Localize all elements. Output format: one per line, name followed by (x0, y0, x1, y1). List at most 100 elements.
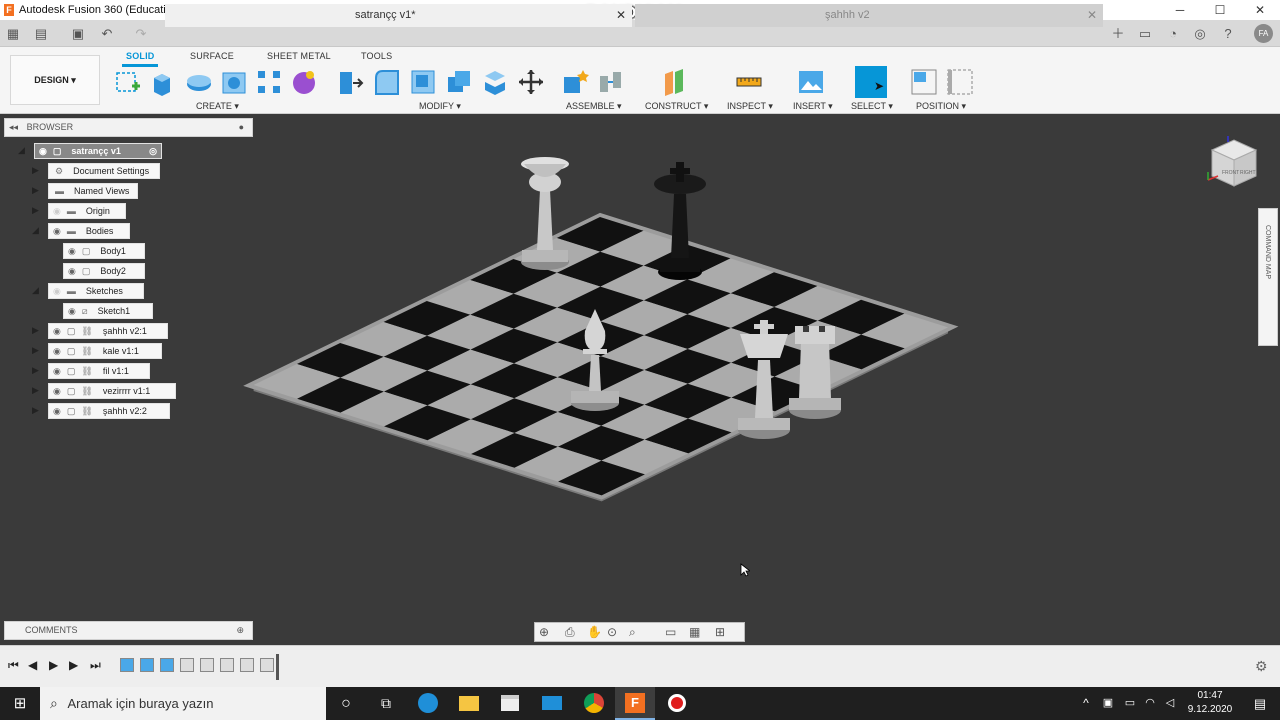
visibility-eye-icon[interactable]: ◉ (53, 366, 61, 376)
tree-expand-icon[interactable]: ▶ (32, 345, 42, 356)
tab-tools[interactable]: TOOLS (361, 51, 392, 61)
construct-menu[interactable]: CONSTRUCT ▾ (645, 101, 708, 112)
create-sketch-icon[interactable] (114, 68, 142, 96)
timeline-feature-icon[interactable] (180, 658, 194, 672)
tree-bodies[interactable]: ◉ ▬ Bodies (48, 223, 130, 239)
windows-start-icon[interactable]: ⊞ (0, 687, 40, 720)
comments-add-icon[interactable]: ⊕ (236, 622, 244, 639)
undo-icon[interactable]: ↶ (98, 25, 116, 43)
white-bishop-piece[interactable] (565, 305, 625, 415)
command-map-tab[interactable]: COMMAND MAP (1258, 208, 1278, 346)
visibility-eye-icon[interactable]: ◉ (68, 306, 76, 316)
store-icon[interactable] (490, 687, 530, 720)
visibility-eye-icon[interactable]: ◉ (53, 206, 61, 216)
maximize-button[interactable]: ☐ (1200, 0, 1240, 20)
visibility-eye-icon[interactable]: ◉ (68, 266, 76, 276)
tree-expand-icon[interactable]: ▶ (32, 205, 42, 216)
tab-surface[interactable]: SURFACE (190, 51, 234, 61)
black-king-piece[interactable] (650, 160, 710, 285)
go-to-end-icon[interactable]: ⏭ (90, 658, 101, 673)
tree-expand-icon[interactable]: ▶ (32, 385, 42, 396)
create-form-icon[interactable] (290, 68, 318, 96)
tree-expand-icon[interactable]: ▶ (32, 165, 42, 176)
tab-solid[interactable]: SOLID (126, 51, 155, 61)
extensions-icon[interactable]: ◎ (1191, 25, 1209, 43)
timeline-settings-icon[interactable]: ⚙ (1255, 658, 1268, 675)
insert-menu[interactable]: INSERT ▾ (793, 101, 833, 112)
viewports-icon[interactable]: ⊞ (715, 625, 725, 639)
visibility-eye-icon[interactable]: ◉ (53, 406, 61, 416)
step-forward-icon[interactable]: ▶ (69, 658, 78, 672)
timeline-marker[interactable] (276, 654, 279, 680)
tree-sketch1[interactable]: ◉ ⧄ Sketch1 (63, 303, 153, 319)
redo-icon[interactable]: ↷ (132, 25, 150, 43)
wifi-icon[interactable]: ◠ (1140, 687, 1160, 720)
pattern-icon[interactable] (255, 68, 283, 96)
comments-panel-header[interactable]: COMMENTS ⊕ (4, 621, 253, 640)
position-menu[interactable]: POSITION ▾ (916, 101, 966, 112)
extrude-icon[interactable] (150, 68, 178, 96)
tree-expand-icon[interactable]: ◢ (18, 145, 28, 156)
help-icon[interactable]: ? (1219, 25, 1237, 43)
taskbar-clock[interactable]: 01:47 9.12.2020 (1180, 689, 1240, 717)
visibility-eye-icon[interactable]: ◉ (53, 286, 61, 296)
task-view-icon[interactable]: ⧉ (366, 687, 406, 720)
timeline-feature-icon[interactable] (200, 658, 214, 672)
select-menu[interactable]: SELECT ▾ (851, 101, 893, 112)
white-rook-piece[interactable] (785, 322, 845, 422)
show-hidden-icons[interactable]: ^ (1076, 687, 1096, 720)
tab-sheet-metal[interactable]: SHEET METAL (267, 51, 331, 61)
modify-menu[interactable]: MODIFY ▾ (419, 101, 461, 112)
insert-canvas-icon[interactable] (797, 68, 825, 96)
tab-sahhh-v2[interactable]: şahhh v2 ✕ (635, 4, 1103, 27)
hole-icon[interactable] (220, 68, 248, 96)
tree-expand-icon[interactable]: ▶ (32, 405, 42, 416)
visibility-eye-icon[interactable]: ◉ (53, 226, 61, 236)
notifications-icon[interactable]: ▭ (1136, 25, 1154, 43)
job-status-icon[interactable]: ◔ (1164, 25, 1182, 43)
activate-radio-icon[interactable]: ◎ (149, 144, 157, 158)
display-settings-icon[interactable]: ▭ (665, 625, 676, 639)
grid-settings-icon[interactable]: ▦ (689, 625, 700, 639)
action-center-icon[interactable]: ▤ (1240, 687, 1280, 720)
tree-body2[interactable]: ◉ ▢ Body2 (63, 263, 145, 279)
fillet-icon[interactable] (373, 68, 401, 96)
align-icon[interactable] (910, 68, 938, 96)
close-window-button[interactable]: ✕ (1240, 0, 1280, 20)
timeline-feature-icon[interactable] (260, 658, 274, 672)
tree-body1[interactable]: ◉ ▢ Body1 (63, 243, 145, 259)
zoom-icon[interactable]: ⊙ (607, 625, 617, 639)
view-cube[interactable]: FRONT RIGHT (1204, 136, 1264, 196)
timeline-feature-icon[interactable] (220, 658, 234, 672)
shell-icon[interactable] (409, 68, 437, 96)
move-copy-icon[interactable] (517, 68, 545, 96)
look-at-icon[interactable]: ⎙ (565, 625, 575, 640)
tree-expand-icon[interactable]: ◢ (32, 285, 42, 296)
new-tab-icon[interactable]: ＋ (1109, 25, 1127, 43)
tree-fil-v1-1[interactable]: ◉ ▢ ⛓ fil v1:1 (48, 363, 150, 379)
white-queen-piece[interactable] (510, 150, 580, 275)
fusion-taskbar-icon[interactable]: F (615, 687, 655, 720)
workspace-switcher[interactable]: DESIGN ▾ (10, 55, 100, 105)
data-panel-grid-icon[interactable]: ▦ (4, 25, 22, 43)
tree-origin[interactable]: ◉ ▬ Origin (48, 203, 126, 219)
tab-satrancc-v1[interactable]: satrançç v1* ✕ (165, 4, 632, 27)
timeline-feature-icon[interactable] (160, 658, 174, 672)
visibility-eye-icon[interactable]: ◉ (53, 386, 61, 396)
offset-plane-icon[interactable] (661, 68, 689, 96)
visibility-eye-icon[interactable]: ◉ (53, 326, 61, 336)
mail-icon[interactable] (532, 687, 572, 720)
tree-expand-icon[interactable]: ▶ (32, 325, 42, 336)
visibility-eye-icon[interactable]: ◉ (68, 246, 76, 256)
tab-close-icon[interactable]: ✕ (616, 4, 626, 26)
tree-sahhh-v2-1[interactable]: ◉ ▢ ⛓ şahhh v2:1 (48, 323, 168, 339)
new-component-icon[interactable] (561, 68, 589, 96)
save-icon[interactable]: ▣ (69, 25, 87, 43)
play-icon[interactable]: ▶ (49, 658, 58, 672)
pan-icon[interactable]: ✋ (587, 625, 602, 639)
tree-sketches[interactable]: ◉ ▬ Sketches (48, 283, 144, 299)
chessboard-model[interactable] (0, 114, 1280, 645)
cortana-icon[interactable]: ○ (326, 687, 366, 720)
bandicam-icon[interactable] (657, 687, 697, 720)
chrome-icon[interactable] (574, 687, 614, 720)
